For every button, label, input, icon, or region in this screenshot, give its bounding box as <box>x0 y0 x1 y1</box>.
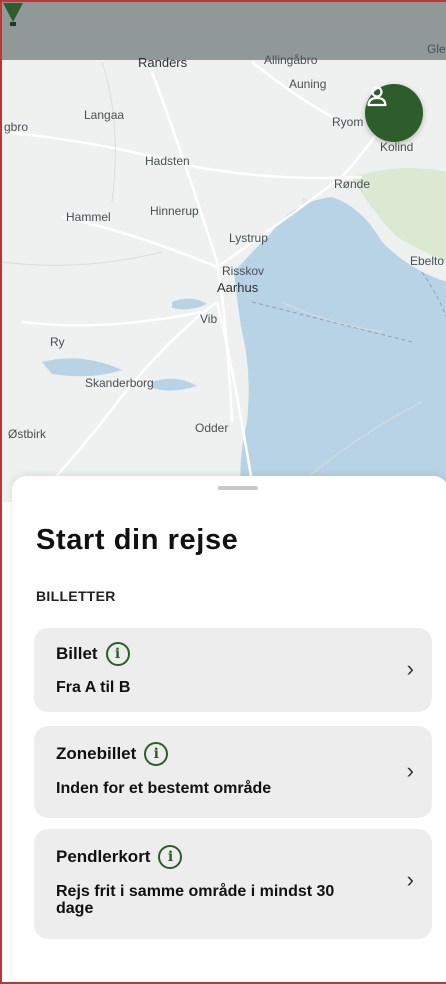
ticket-description: Fra A til B <box>56 679 131 696</box>
map-label-auning: Auning <box>289 77 327 91</box>
app-frame: Randers Allingåbro Gle Auning Langaa gbr… <box>0 0 446 984</box>
map-label-aarhus: Aarhus <box>217 280 259 295</box>
map-label-langaa: Langaa <box>84 108 125 122</box>
map-top-shade <box>2 2 446 60</box>
map-label-ebelto: Ebelto <box>410 254 445 268</box>
map-label-lystrup: Lystrup <box>229 231 268 245</box>
map-label-randers: Randers <box>138 55 188 70</box>
chevron-right-icon: › <box>406 867 414 892</box>
map-label-ry: Ry <box>50 335 65 349</box>
ticket-card-zonebillet[interactable]: Zonebillet i Inden for et bestemt område… <box>34 726 432 818</box>
bottom-sheet[interactable]: Start din rejse BILLETTER Billet i Fra A… <box>12 476 446 982</box>
map-label-gle: Gle <box>427 42 446 56</box>
map-label-ostbirk: Østbirk <box>8 427 47 441</box>
map-label-risskov: Risskov <box>222 264 265 278</box>
map-label-kolind: Kolind <box>380 140 414 154</box>
ticket-name: Pendlerkort <box>56 847 151 866</box>
ticket-name: Zonebillet <box>56 744 137 763</box>
map-label-allingabro: Allingåbro <box>264 53 318 67</box>
ticket-name: Billet <box>56 644 98 663</box>
location-pin-icon[interactable] <box>2 2 24 28</box>
map-label-odder: Odder <box>195 421 229 435</box>
map-label-hinnerup: Hinnerup <box>150 204 199 218</box>
map-label-hammel: Hammel <box>66 210 111 224</box>
chevron-right-icon: › <box>406 656 414 681</box>
map-label-gbro: gbro <box>4 120 29 134</box>
section-label-billetter: BILLETTER <box>36 588 116 604</box>
map-label-ryom: Ryom <box>332 115 364 129</box>
map-label-ronde: Rønde <box>334 177 371 191</box>
ticket-description: Inden for et bestemt område <box>56 780 272 797</box>
info-icon[interactable]: i <box>105 642 130 666</box>
page-title: Start din rejse <box>36 524 239 556</box>
chevron-right-icon: › <box>406 758 414 783</box>
map-label-hadsten: Hadsten <box>145 154 190 168</box>
info-icon[interactable]: i <box>144 742 169 766</box>
map-view[interactable]: Randers Allingåbro Gle Auning Langaa gbr… <box>2 2 446 502</box>
ticket-description: Rejs frit i samme område i mindst 30 dag… <box>56 883 335 917</box>
sheet-drag-handle[interactable] <box>218 486 258 490</box>
ticket-card-pendlerkort[interactable]: Pendlerkort i Rejs frit i samme område i… <box>34 829 432 939</box>
map-label-skanderborg: Skanderborg <box>85 376 154 390</box>
ticket-card-billet[interactable]: Billet i Fra A til B › <box>34 628 432 712</box>
user-icon <box>367 86 387 107</box>
info-icon[interactable]: i <box>158 845 183 869</box>
map-label-viby: Vib <box>200 312 218 326</box>
profile-button[interactable] <box>365 84 423 142</box>
